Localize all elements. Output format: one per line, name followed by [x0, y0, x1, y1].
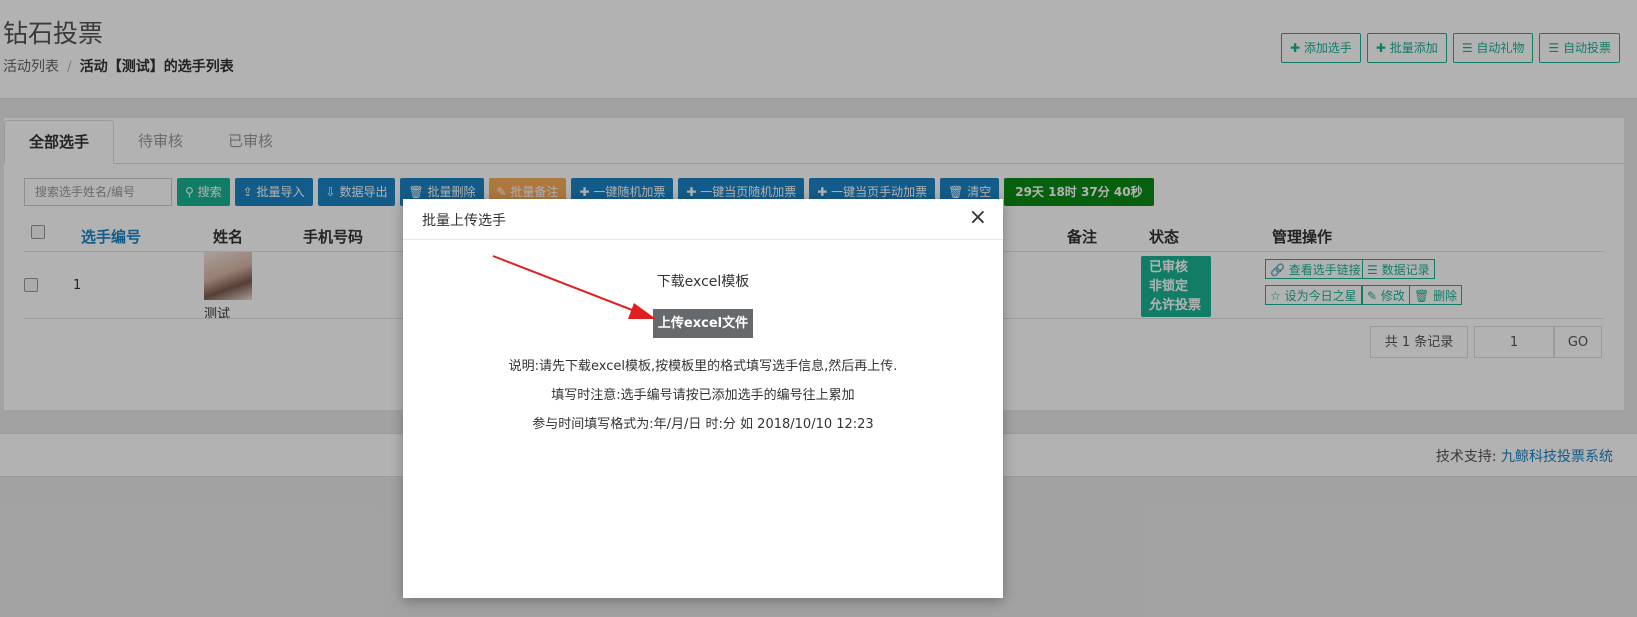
note-numbering: 填写时注意:选手编号请按已添加选手的编号往上累加 — [551, 388, 855, 403]
batch-upload-dialog: 批量上传选手 × 下载excel模板 上传excel文件 说明:请先下载exce… — [403, 199, 1003, 598]
arrow-line — [492, 255, 646, 316]
arrow-head — [628, 303, 656, 319]
red-arrow-annotation — [492, 255, 656, 319]
note-instructions: 说明:请先下载excel模板,按模板里的格式填写选手信息,然后再上传. — [508, 359, 898, 374]
note-time-format: 参与时间填写格式为:年/月/日 时:分 如 2018/10/10 12:23 — [532, 417, 874, 432]
